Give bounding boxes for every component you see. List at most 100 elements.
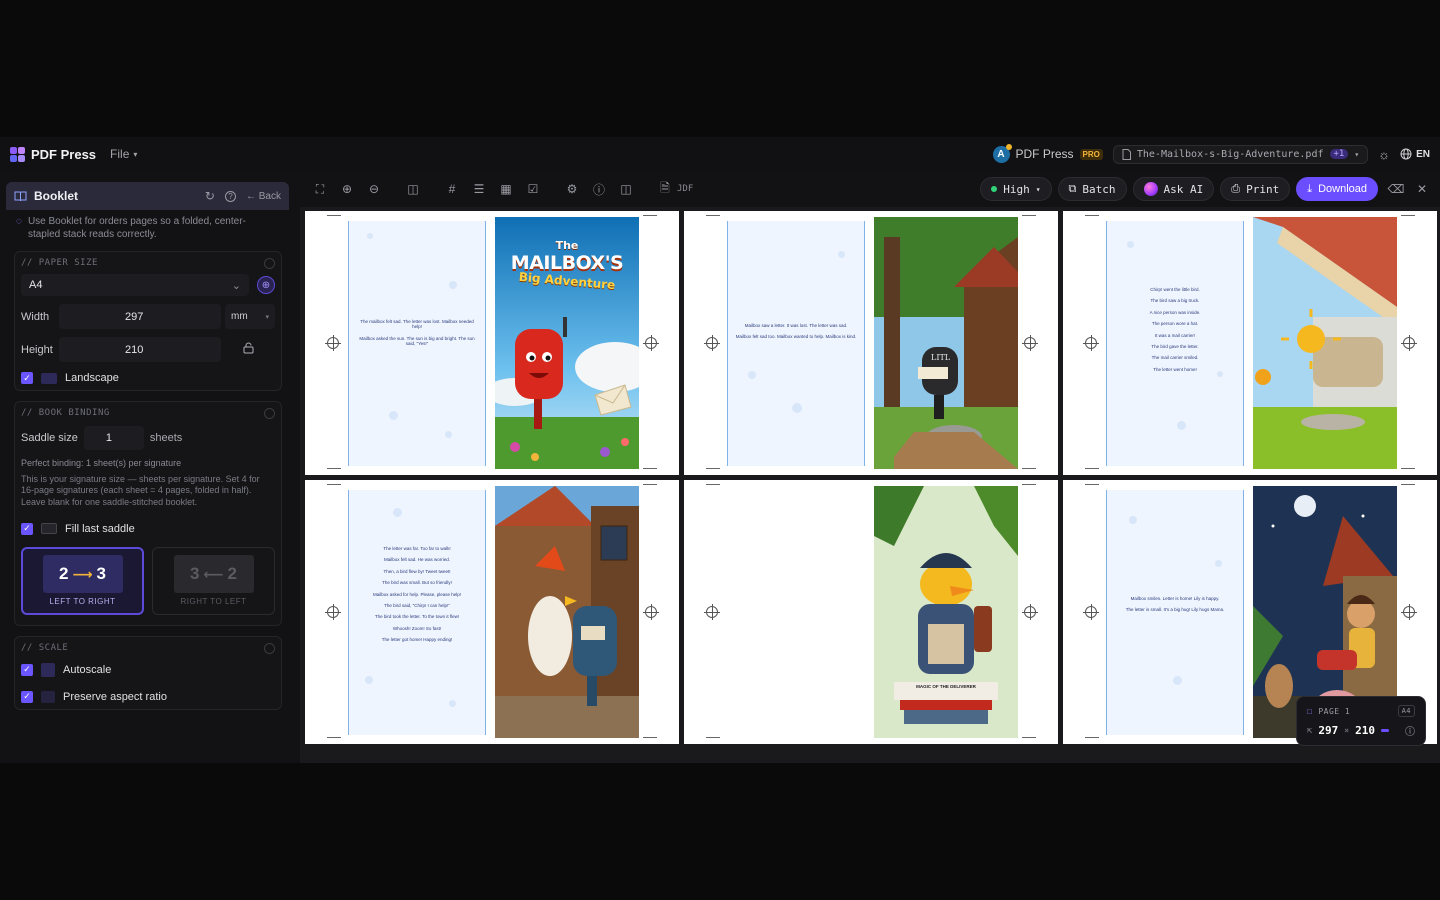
- unit-select[interactable]: mm ▾: [225, 304, 275, 329]
- width-input[interactable]: 297: [59, 304, 221, 329]
- ask-ai-button[interactable]: Ask AI: [1132, 177, 1215, 201]
- registration-mark: [643, 604, 659, 620]
- columns-icon[interactable]: ◫: [405, 181, 421, 197]
- sun-mailbox-illustration: [1253, 217, 1397, 469]
- lock-icon[interactable]: [243, 342, 254, 357]
- rtl-label: RIGHT TO LEFT: [180, 597, 247, 607]
- zoom-in-icon[interactable]: ⊕: [339, 181, 355, 197]
- registration-mark: [1022, 604, 1038, 620]
- registration-mark: [704, 604, 720, 620]
- reset-icon[interactable]: ↻: [205, 189, 215, 203]
- table-icon[interactable]: ▦: [498, 181, 514, 197]
- mailbox-tree-illustration: LITL: [874, 217, 1018, 469]
- booklet-spread[interactable]: Chirp! went the little bird. The bird sa…: [1063, 211, 1437, 475]
- help-icon[interactable]: ?: [224, 190, 236, 202]
- page-text-line: Then, a bird flew by! Tweet tweet!: [383, 568, 451, 574]
- file-menu[interactable]: File ▾: [110, 147, 137, 161]
- cover-title-line: The: [555, 239, 579, 252]
- download-button[interactable]: ⤓ Download: [1296, 177, 1378, 201]
- paper-size-select[interactable]: A4 ⌄: [21, 274, 249, 296]
- close-icon[interactable]: ✕: [1414, 181, 1430, 197]
- landscape-checkbox[interactable]: ✓: [21, 372, 33, 384]
- perfect-binding-note: Perfect binding: 1 sheet(s) per signatur…: [21, 458, 182, 468]
- theme-sun-icon[interactable]: ☼: [1378, 147, 1390, 162]
- text-page: The mailbox felt sad. The letter was los…: [348, 221, 486, 466]
- rtl-graphic: 3 ⟵ 2: [173, 555, 254, 594]
- print-button[interactable]: ⎙ Print: [1220, 177, 1291, 201]
- registration-mark: [1401, 335, 1417, 351]
- filename: The-Mailbox-s-Big-Adventure.pdf: [1136, 148, 1324, 160]
- info-icon[interactable]: ⓘ: [591, 181, 607, 197]
- layers-icon[interactable]: ☰: [471, 181, 487, 197]
- zoom-out-icon[interactable]: ⊖: [366, 181, 382, 197]
- autoscale-option[interactable]: ✓ Autoscale: [21, 662, 275, 677]
- text-page: Mailbox saw a letter. It was lost. The l…: [727, 221, 865, 466]
- booklet-spread[interactable]: The letter was far. Too far to walk! Mai…: [305, 480, 679, 744]
- paper-size-section: // PAPER SIZE A4 ⌄ ⊕ Width 297 mm ▾ Heig…: [14, 251, 282, 391]
- file-selector[interactable]: The-Mailbox-s-Big-Adventure.pdf +1 ▾: [1112, 144, 1369, 164]
- booklet-canvas[interactable]: The mailbox felt sad. The letter was los…: [300, 207, 1440, 763]
- language-selector[interactable]: EN: [1400, 148, 1430, 160]
- settings-icon[interactable]: ⚙: [564, 181, 580, 197]
- booklet-spread[interactable]: The mailbox felt sad. The letter was los…: [305, 211, 679, 475]
- split-view-icon[interactable]: ◫: [618, 181, 634, 197]
- fill-last-saddle-option[interactable]: ✓ Fill last saddle: [21, 522, 275, 535]
- help-icon[interactable]: [264, 642, 275, 654]
- section-title: // SCALE: [21, 642, 69, 653]
- info-icon[interactable]: ⓘ: [1405, 723, 1415, 738]
- direction-left-to-right[interactable]: 2 ⟶ 3 LEFT TO RIGHT: [21, 546, 145, 615]
- autoscale-checkbox[interactable]: ✓: [21, 663, 33, 676]
- batch-label: Batch: [1082, 182, 1116, 196]
- preserve-aspect-checkbox[interactable]: ✓: [21, 690, 33, 703]
- avatar: A: [992, 143, 1012, 163]
- checkbox-icon[interactable]: ☑: [525, 181, 541, 197]
- eraser-icon[interactable]: ⌫: [1388, 181, 1405, 197]
- aspect-ratio-icon: [41, 690, 55, 703]
- landscape-option[interactable]: ✓ Landscape: [21, 372, 275, 384]
- app-window: PDF Press File ▾ A PDF Press PRO The-Mai…: [0, 137, 1440, 763]
- fill-last-saddle-checkbox[interactable]: ✓: [21, 522, 33, 535]
- hash-grid-icon[interactable]: #: [444, 181, 460, 197]
- page-text-line: The bird saw a big truck.: [1150, 298, 1200, 304]
- landscape-label: Landscape: [65, 372, 119, 384]
- back-button[interactable]: ← Back: [246, 191, 281, 202]
- book-icon: [14, 191, 27, 201]
- help-icon[interactable]: [264, 408, 275, 419]
- rooster-illustration: [495, 486, 639, 738]
- saddle-size-input[interactable]: 1: [83, 426, 144, 450]
- page-text-line: The letter went home!: [1153, 366, 1197, 372]
- help-icon[interactable]: [264, 258, 275, 269]
- brand-name: PDF Press: [1015, 147, 1074, 161]
- page-size-tag: A4: [1397, 705, 1415, 717]
- duck-mail-carrier-illustration: MAGIC OF THE DELIVERER: [874, 486, 1018, 738]
- height-input[interactable]: 210: [59, 337, 221, 362]
- saddle-size-label: Saddle size: [21, 432, 78, 444]
- cover-illustration: The MAILBOX'S Big Adventure: [495, 217, 639, 469]
- booklet-spread[interactable]: MAGIC OF THE DELIVERER: [684, 480, 1058, 744]
- jdf-button[interactable]: JDF: [677, 184, 693, 194]
- book-binding-section: // BOOK BINDING Saddle size 1 sheets Per…: [14, 401, 282, 626]
- arrow-left-icon: ←: [245, 190, 256, 202]
- registration-mark: [1083, 604, 1099, 620]
- page-text-line: The bird said, "Chirp! I can help!": [384, 602, 450, 608]
- booklet-spread[interactable]: Mailbox saw a letter. It was lost. The l…: [684, 211, 1058, 475]
- height-label: Height: [21, 343, 53, 356]
- fullscreen-icon[interactable]: ⛶: [312, 181, 328, 197]
- page-text-line: Mailbox felt sad too. Mailbox wanted to …: [735, 334, 857, 340]
- landscape-icon: [41, 372, 57, 384]
- add-custom-size-button[interactable]: ⊕: [257, 276, 275, 294]
- ai-orb-icon: [1143, 182, 1158, 196]
- ltr-from: 2: [58, 564, 69, 584]
- direction-right-to-left[interactable]: 3 ⟵ 2 RIGHT TO LEFT: [152, 546, 275, 615]
- saddle-icon: [41, 523, 57, 535]
- language-label: EN: [1416, 148, 1430, 160]
- preserve-aspect-option[interactable]: ✓ Preserve aspect ratio: [21, 690, 275, 703]
- account-brand[interactable]: A PDF Press PRO: [992, 143, 1103, 163]
- registration-mark: [325, 335, 341, 351]
- batch-button[interactable]: ⧉ Batch: [1057, 177, 1127, 201]
- unit-value: mm: [231, 311, 248, 322]
- page-text-line: The letter is small. It's a big hug! Lil…: [1125, 607, 1225, 613]
- page-text-line: Mailbox asked the sun. The sun is big an…: [359, 335, 475, 347]
- quality-select[interactable]: High ▾: [980, 177, 1052, 201]
- document-icon[interactable]: 🗎: [657, 181, 673, 197]
